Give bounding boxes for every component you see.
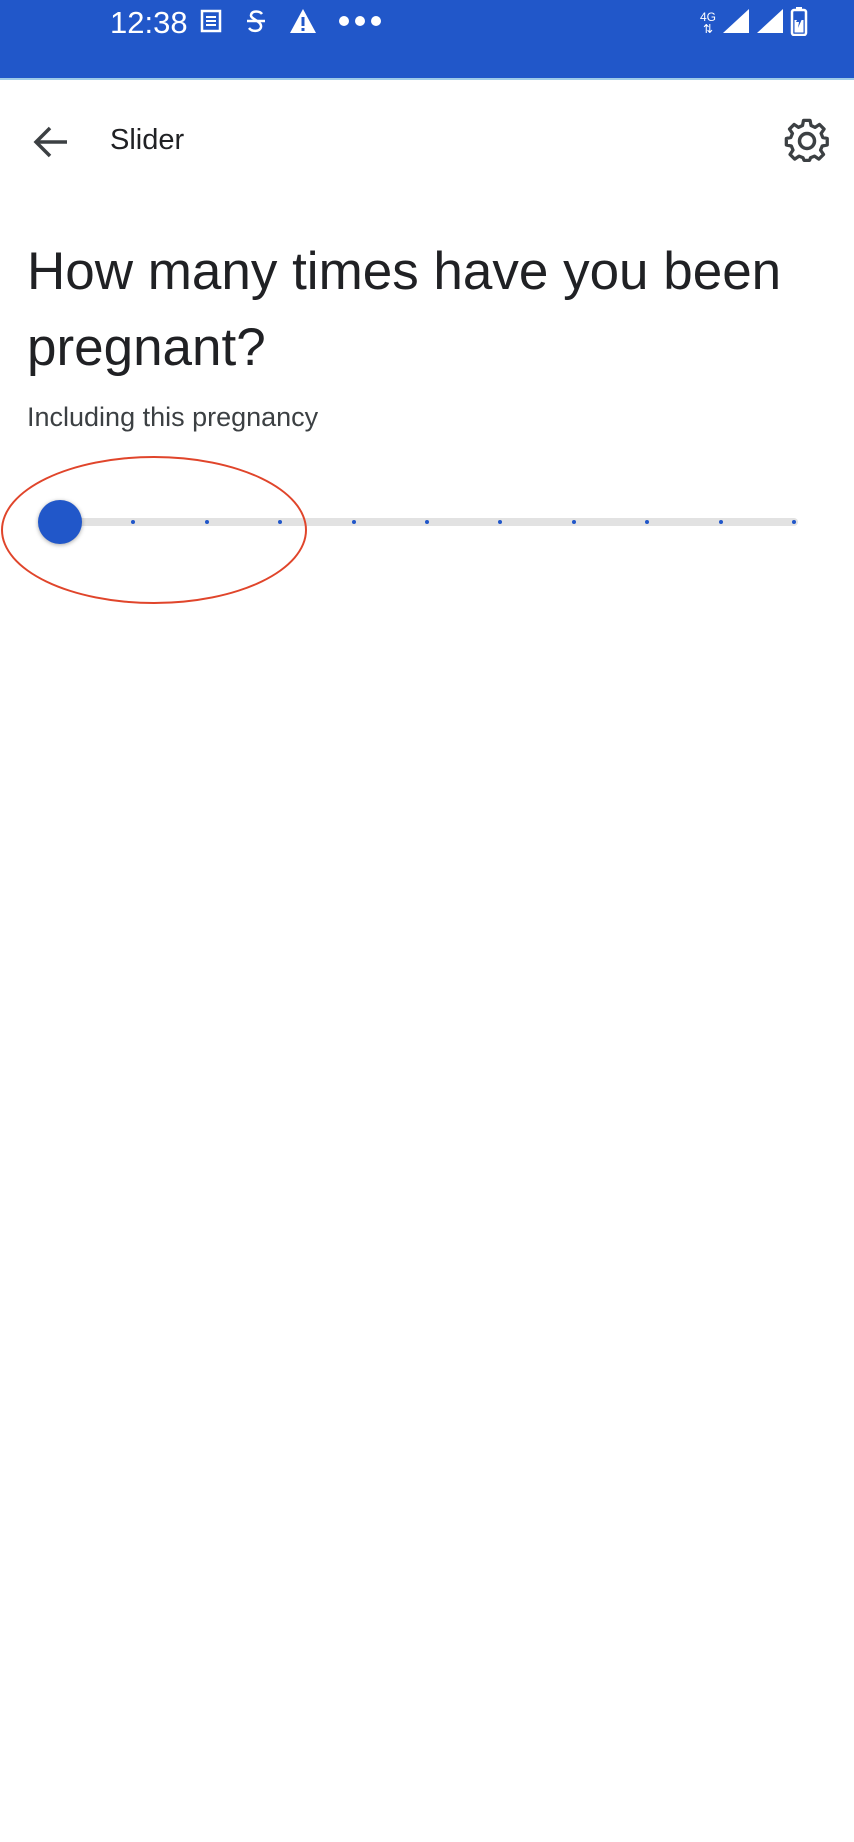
- more-dots-icon: [338, 14, 382, 33]
- strikethrough-s-icon: [244, 7, 268, 40]
- network-4g-icon: 4G ⇅: [699, 10, 716, 36]
- slider-tick: [351, 520, 356, 524]
- status-time: 12:38: [110, 5, 188, 40]
- gear-icon: [784, 118, 829, 162]
- question-hint: Including this pregnancy: [27, 402, 319, 432]
- slider-tick: [718, 520, 723, 524]
- status-bar: 12:38 4G ⇅: [0, 0, 854, 80]
- settings-button[interactable]: [778, 112, 836, 170]
- back-button[interactable]: [24, 115, 78, 169]
- slider-tick: [571, 520, 576, 524]
- slider-tick: [425, 520, 429, 524]
- question-title: How many times have you been pregnant?: [27, 242, 782, 377]
- battery-charging-icon: [790, 6, 808, 41]
- pregnancy-count-slider[interactable]: [38, 498, 798, 546]
- slider-track[interactable]: [60, 518, 798, 526]
- signal-icon: [756, 8, 784, 39]
- toolbar-title: Slider: [110, 124, 185, 156]
- signal-icon: [722, 8, 750, 39]
- slider-tick: [204, 520, 209, 524]
- status-notification-icons: [198, 7, 382, 39]
- arrow-back-icon: [33, 126, 67, 158]
- slider-thumb[interactable]: [38, 500, 82, 544]
- status-system-icons: 4G ⇅: [699, 6, 808, 41]
- warning-icon: [288, 7, 318, 40]
- app-toolbar: Slider: [0, 80, 854, 202]
- slider-tick: [792, 520, 796, 524]
- news-icon: [198, 8, 224, 39]
